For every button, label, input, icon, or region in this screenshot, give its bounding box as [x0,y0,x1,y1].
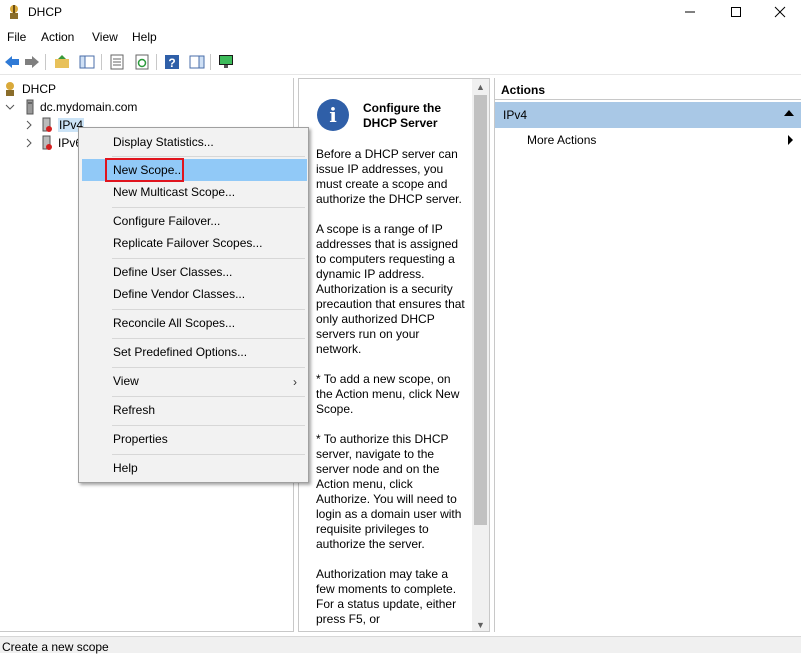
forward-arrow-icon[interactable] [23,53,41,71]
ipv6-node-icon [42,135,52,150]
menu-separator [112,396,305,397]
tree-label: dc.mydomain.com [40,100,138,114]
menu-separator [112,258,305,259]
info-paragraph: Before a DHCP server can issue IP addres… [316,147,462,206]
menu-help[interactable]: Help [132,30,157,44]
menu-view[interactable]: View [92,30,118,44]
info-paragraph: * To add a new scope, on the Action menu… [316,372,460,416]
annotation-highlight-box [105,158,184,182]
vertical-scrollbar[interactable]: ▲ ▼ [472,79,489,631]
actions-section-ipv4[interactable]: IPv4 [495,102,801,128]
menu-separator [112,367,305,368]
window-title: DHCP [28,5,63,19]
close-icon [774,6,786,18]
tree-server[interactable]: dc.mydomain.com [5,98,137,116]
info-icon: i [317,99,349,131]
menu-replicate-failover-scopes[interactable]: Replicate Failover Scopes... [82,232,307,254]
chevron-down-icon[interactable] [5,102,15,112]
actions-section-label: IPv4 [503,108,528,122]
menu-display-statistics[interactable]: Display Statistics... [82,131,307,153]
maximize-button[interactable] [713,0,759,24]
dhcp-app-icon [10,5,18,19]
help-icon[interactable]: ? [163,53,181,71]
chevron-right-icon[interactable] [24,120,34,130]
actions-pane: Actions IPv4 More Actions [494,78,801,632]
action-pane-icon[interactable] [188,53,206,71]
minimize-icon [685,11,695,13]
refresh-icon[interactable] [133,53,151,71]
description-pane: i Configure the DHCP Server Before a DHC… [298,78,490,632]
info-title: Configure the DHCP Server [363,101,441,130]
menu-separator [112,338,305,339]
menu-properties[interactable]: Properties [82,428,307,450]
show-hide-tree-icon[interactable] [78,53,96,71]
menu-separator [112,207,305,208]
dhcp-icon [6,82,14,96]
menu-set-predefined-options[interactable]: Set Predefined Options... [82,341,307,363]
info-paragraph: A scope is a range of IP addresses that … [316,222,465,356]
properties-icon[interactable] [108,53,126,71]
menu-file[interactable]: File [7,30,26,44]
scroll-up-icon[interactable]: ▲ [472,79,489,95]
menu-define-vendor-classes[interactable]: Define Vendor Classes... [82,283,307,305]
tree-ipv4[interactable]: IPv4 [24,116,85,134]
menu-separator [112,309,305,310]
monitor-icon[interactable] [217,53,235,71]
ipv4-node-icon [42,117,52,132]
menu-refresh[interactable]: Refresh [82,399,307,421]
info-paragraph: Authorization may take a few moments to … [316,567,457,626]
menu-view[interactable]: View › [82,370,307,392]
close-button[interactable] [757,0,801,24]
submenu-arrow-icon [788,135,793,145]
title-bar: DHCP [0,0,801,26]
actions-header: Actions [495,78,801,100]
menu-reconcile-all-scopes[interactable]: Reconcile All Scopes... [82,312,307,334]
back-arrow-icon[interactable] [3,53,21,71]
menu-configure-failover[interactable]: Configure Failover... [82,210,307,232]
tree-label: DHCP [22,82,57,96]
chevron-right-icon[interactable] [24,138,34,148]
menu-separator [112,425,305,426]
menu-action[interactable]: Action [41,30,74,44]
menu-new-multicast-scope[interactable]: New Multicast Scope... [82,181,307,203]
status-bar: Create a new scope [0,636,801,654]
svg-text:?: ? [168,56,175,70]
toolbar: ? [0,49,801,75]
scroll-down-icon[interactable]: ▼ [472,617,489,631]
menu-help[interactable]: Help [82,457,307,479]
chevron-right-icon: › [293,375,297,389]
collapse-up-icon[interactable] [784,110,794,116]
tree-ipv6[interactable]: IPv6 [24,134,82,152]
menu-define-user-classes[interactable]: Define User Classes... [82,261,307,283]
menu-separator [112,454,305,455]
up-folder-icon[interactable] [53,53,71,71]
menu-view-label: View [113,374,139,388]
menu-bar: File Action View Help [0,26,801,48]
info-paragraph: * To authorize this DHCP server, navigat… [316,432,462,551]
scroll-thumb[interactable] [474,95,487,525]
more-actions-item[interactable]: More Actions [527,133,596,147]
server-icon [26,99,34,115]
maximize-icon [731,7,741,17]
tree-root-dhcp[interactable]: DHCP [2,80,56,98]
menu-separator [112,156,305,157]
minimize-button[interactable] [667,0,713,24]
info-body: Before a DHCP server can issue IP addres… [316,147,466,631]
